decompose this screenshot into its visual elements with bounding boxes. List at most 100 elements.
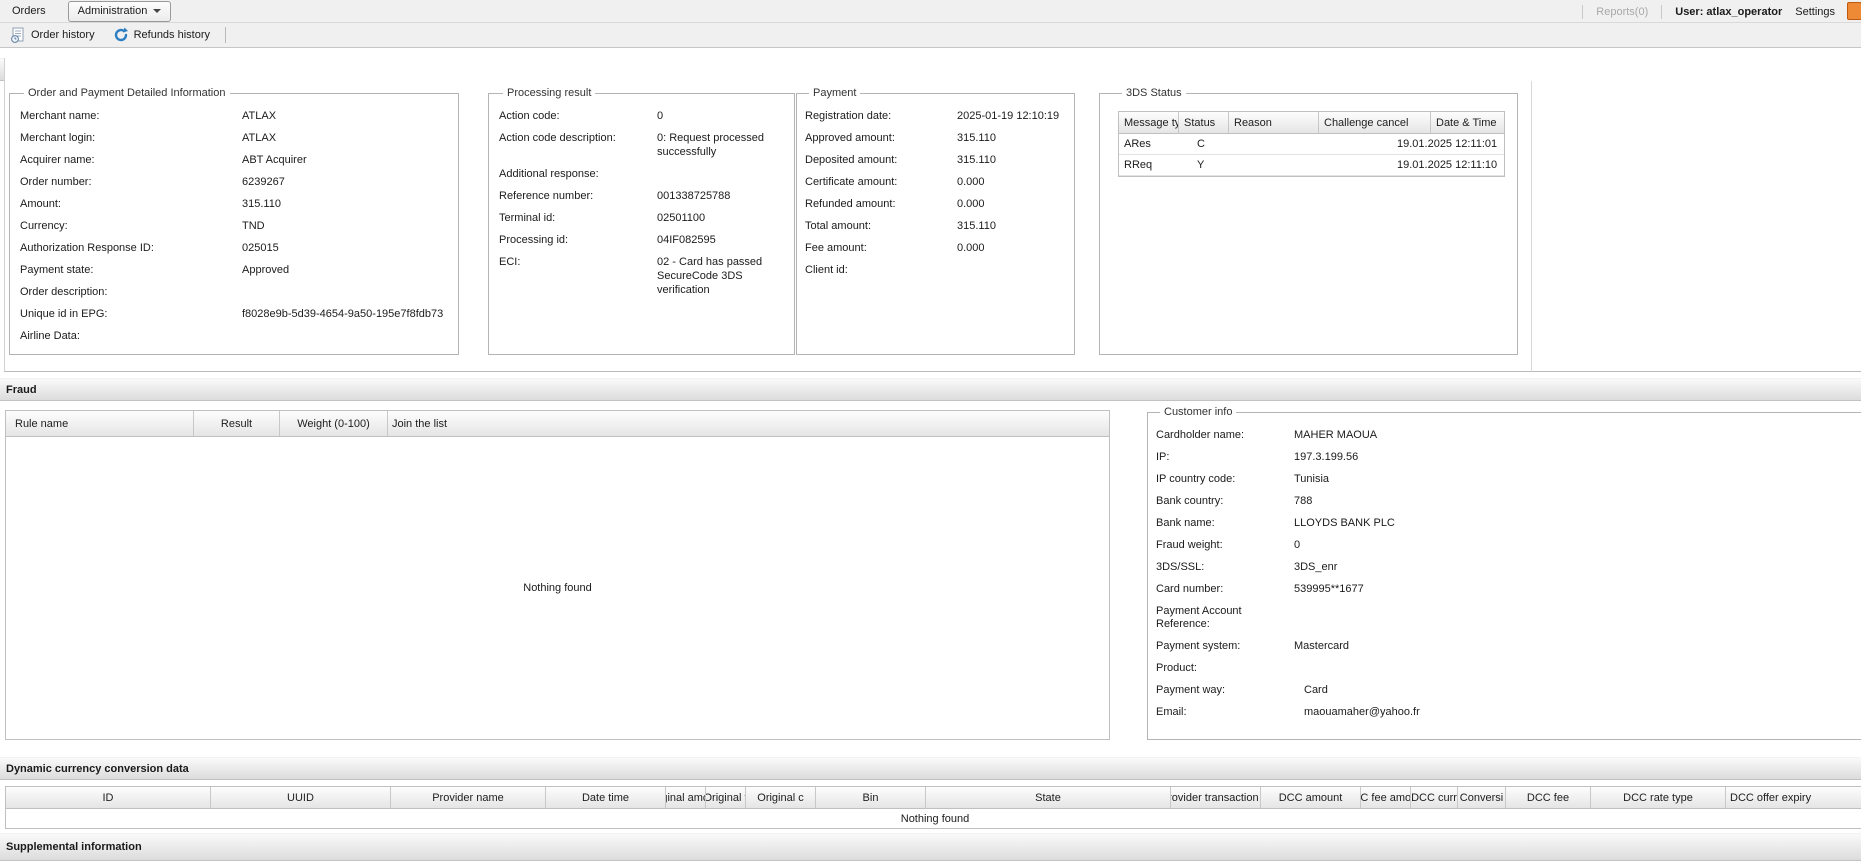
logout-button[interactable] [1847,2,1861,20]
field-value: 02501100 [657,211,788,225]
tab-administration-label: Administration [78,5,148,17]
threeds-status-table: Message typeStatusReasonChallenge cancel… [1118,111,1505,177]
column-header: Reason [1229,112,1319,133]
field-row: Email: maouamaher@yahoo.fr [1156,701,1860,723]
field-row: Action code description: 0: Request proc… [499,127,788,163]
field-row: Total amount: 315.110 [805,215,1068,237]
field-row: Payment Account Reference: [1156,600,1860,635]
field-row: Acquirer name: ABT Acquirer [20,149,452,171]
field-label: 3DS/SSL: [1156,561,1294,574]
field-label: Fraud weight: [1156,539,1294,552]
column-header: DCC amount [1261,787,1361,808]
field-value: LLOYDS BANK PLC [1294,517,1860,530]
column-header: DCC fee amount [1361,787,1411,808]
field-value: 0: Request processed successfully [657,131,788,159]
column-header: Rule name [6,411,194,436]
field-row: Client id: [805,259,1068,281]
field-row: Fraud weight: 0 [1156,534,1860,556]
column-header: UUID [211,787,391,808]
field-value: Approved [242,263,452,277]
field-value: 3DS_enr [1294,561,1860,574]
field-label: IP country code: [1156,473,1294,486]
field-label: Bank name: [1156,517,1294,530]
field-row: Authorization Response ID: 025015 [20,237,452,259]
field-label: Action code: [499,109,657,123]
payment-rows: Registration date: 2025-01-19 12:10:19 A… [805,105,1068,281]
cell-challenge-cancel [1302,155,1392,175]
field-value: 315.110 [957,219,1068,233]
tab-orders[interactable]: Orders [0,5,58,17]
field-value: 2025-01-19 12:10:19 [957,109,1068,123]
field-row: Payment system: Mastercard [1156,635,1860,657]
refunds-history-button[interactable]: Refunds history [108,25,215,45]
field-label: ECI: [499,255,657,269]
customer-info-rows: Cardholder name: MAHER MAOUA IP: 197.3.1… [1156,424,1860,723]
section-bar-supplemental: Supplemental information [0,833,1861,861]
processing-result-rows: Action code: 0 Action code description: … [499,105,788,301]
field-value: 197.3.199.56 [1294,451,1860,464]
column-header: Provider transaction id [1171,787,1261,808]
column-header: Provider name [391,787,546,808]
field-value: 788 [1294,495,1860,508]
field-label: Payment way: [1156,684,1294,697]
section-bar-fraud: Fraud [0,378,1861,401]
field-row: Bank country: 788 [1156,490,1860,512]
cell-status: C [1192,134,1252,154]
column-header: Conversi [1458,787,1506,808]
field-row: Cardholder name: MAHER MAOUA [1156,424,1860,446]
empty-state-text: Nothing found [523,582,592,594]
field-value: 0 [1294,539,1860,552]
field-label: Email: [1156,706,1294,719]
field-row: Fee amount: 0.000 [805,237,1068,259]
reports-link[interactable]: Reports(0) [1596,6,1648,18]
field-value: 0.000 [957,175,1068,189]
field-value: ABT Acquirer [242,153,452,167]
threeds-status-legend: 3DS Status [1122,87,1186,99]
column-header: Date & Time [1431,112,1501,133]
separator [1661,5,1662,19]
field-value: ATLAX [242,109,452,123]
customer-info-legend: Customer info [1160,406,1236,418]
column-header: DCC fee [1506,787,1591,808]
fraud-table-header: Rule nameResultWeight (0-100)Join the li… [6,411,1109,437]
empty-state-text: Nothing found [901,813,970,825]
column-header: Status [1179,112,1229,133]
field-row: Reference number: 001338725788 [499,185,788,207]
field-value: 315.110 [957,131,1068,145]
dcc-table: IDUUIDProvider nameDate timeOriginal amo… [5,786,1861,829]
dcc-table-header: IDUUIDProvider nameDate timeOriginal amo… [6,787,1861,809]
column-header: Date time [546,787,666,808]
order-history-icon [10,27,26,43]
field-label: Amount: [20,197,242,211]
customer-info-fieldset: Customer info Cardholder name: MAHER MAO… [1147,406,1861,740]
field-row: Amount: 315.110 [20,193,452,215]
column-header: Message type [1119,112,1179,133]
field-value: 315.110 [242,197,452,211]
field-value: MAHER MAOUA [1294,429,1860,442]
field-row: 3DS/SSL: 3DS_enr [1156,556,1860,578]
field-label: Client id: [805,263,957,277]
field-label: Approved amount: [805,131,957,145]
field-row: Currency: TND [20,215,452,237]
field-label: Cardholder name: [1156,429,1294,442]
current-user-label: User: atlax_operator [1675,6,1782,18]
field-row: Payment way: Card [1156,679,1860,701]
field-row: Action code: 0 [499,105,788,127]
field-row: Approved amount: 315.110 [805,127,1068,149]
order-info-fieldset: Order and Payment Detailed Information M… [9,87,459,355]
cell-reason [1252,155,1302,175]
refunds-history-label: Refunds history [134,29,210,41]
field-label: Unique id in EPG: [20,307,242,321]
field-label: Total amount: [805,219,957,233]
field-row: Registration date: 2025-01-19 12:10:19 [805,105,1068,127]
order-history-button[interactable]: Order history [5,25,100,45]
topbar-right-group: Reports(0) User: atlax_operator Settings [1582,0,1835,23]
field-value: 02 - Card has passed SecureCode 3DS veri… [657,255,788,297]
field-row: Terminal id: 02501100 [499,207,788,229]
tab-administration[interactable]: Administration [68,1,172,22]
cell-challenge-cancel [1302,134,1392,154]
settings-link[interactable]: Settings [1795,6,1835,18]
field-row: Certificate amount: 0.000 [805,171,1068,193]
app-window: { "topbar": { "tab_orders": "Orders", "t… [0,0,1861,861]
field-row: Unique id in EPG: f8028e9b-5d39-4654-9a5… [20,303,452,325]
